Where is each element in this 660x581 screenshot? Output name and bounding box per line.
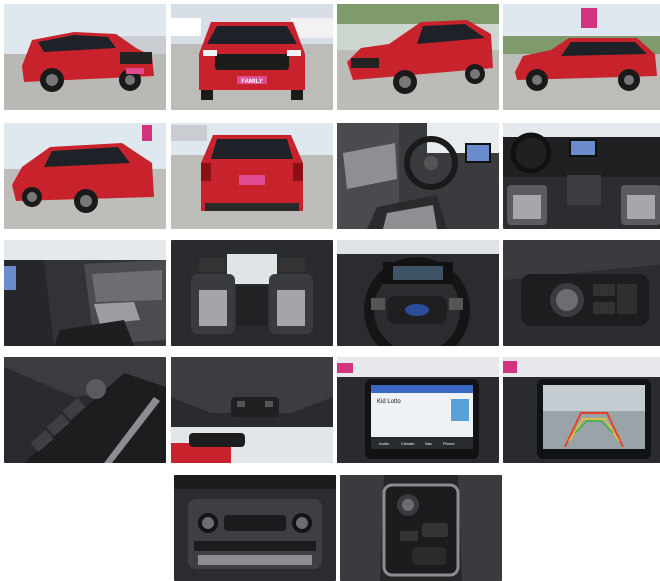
photo-front-view[interactable]: FAMILY xyxy=(171,4,333,110)
photo-rear-three-quarter-left[interactable] xyxy=(4,123,166,229)
photo-front-three-quarter-right[interactable] xyxy=(337,4,499,110)
photo-backup-camera-screen[interactable] xyxy=(503,357,660,463)
photo-rear-view[interactable] xyxy=(171,123,333,229)
photo-side-profile-right[interactable] xyxy=(503,4,660,110)
photo-gallery: FAMILY Kid Lotto Audio Climate Nav Phone xyxy=(0,0,660,581)
screen-title: Kid Lotto xyxy=(377,399,401,405)
screen-nav-climate: Climate xyxy=(401,441,415,446)
photo-overhead-console[interactable] xyxy=(171,357,333,463)
photo-climate-controls[interactable] xyxy=(174,475,336,581)
photo-passenger-door-panel[interactable] xyxy=(4,240,166,346)
photo-driver-cockpit[interactable] xyxy=(337,123,499,229)
photo-window-switch-panel[interactable] xyxy=(4,357,166,463)
photo-steering-wheel[interactable] xyxy=(337,240,499,346)
screen-nav-nav: Nav xyxy=(425,441,432,446)
photo-dashboard-overview[interactable] xyxy=(503,123,660,229)
screen-nav-audio: Audio xyxy=(379,441,390,446)
photo-front-three-quarter-left[interactable] xyxy=(4,4,166,110)
plate-label: FAMILY xyxy=(241,79,262,85)
photo-infotainment-screen[interactable]: Kid Lotto Audio Climate Nav Phone xyxy=(337,357,499,463)
photo-gear-selector-console[interactable] xyxy=(340,475,502,581)
photo-rear-seats[interactable] xyxy=(171,240,333,346)
photo-headlight-switch-panel[interactable] xyxy=(503,240,660,346)
screen-nav-phone: Phone xyxy=(443,441,455,446)
